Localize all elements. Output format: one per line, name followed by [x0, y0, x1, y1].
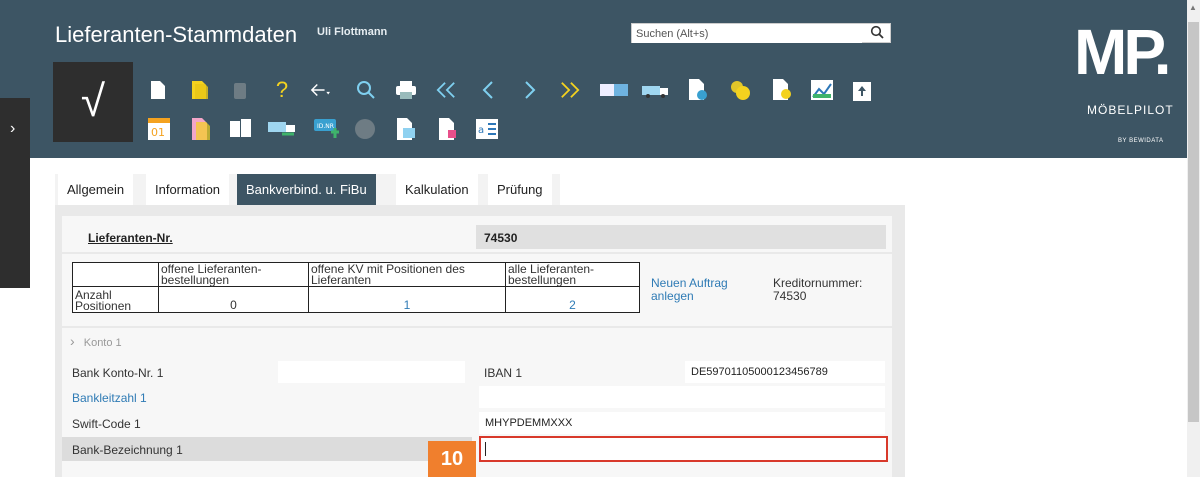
delete-icon[interactable] — [230, 80, 250, 100]
iban-label: IBAN 1 — [484, 366, 523, 380]
document-list-label: a — [478, 125, 484, 136]
id-number-label: ID.NR — [317, 123, 334, 130]
text-cursor — [485, 442, 486, 456]
sidebar-toggle[interactable]: › — [0, 98, 30, 288]
bank-account-input[interactable] — [284, 361, 465, 383]
tab-kalkulation[interactable]: Kalkulation — [396, 174, 478, 205]
help-icon[interactable]: ? — [272, 77, 292, 102]
step-badge: 10 — [428, 441, 476, 477]
page-title: Lieferanten-Stammdaten — [55, 22, 298, 47]
konto-section-label: Konto 1 — [83, 337, 122, 349]
back-icon[interactable] — [310, 80, 330, 100]
tab-bankverbindung[interactable]: Bankverbind. u. FiBu — [237, 174, 376, 205]
tab-allgemein[interactable]: Allgemein — [58, 174, 134, 205]
copy-pink-icon[interactable] — [190, 118, 212, 140]
bank-name-field[interactable] — [479, 436, 888, 462]
row-label: Anzahl Positionen — [72, 286, 159, 313]
header-bar: Lieferanten-Stammdaten Uli Flottmann √ ? — [0, 0, 1187, 158]
calendar-icon[interactable]: 01 — [148, 118, 170, 140]
app-logo: MP. — [1074, 16, 1172, 88]
last-record-icon[interactable] — [560, 80, 580, 100]
new-document-icon[interactable] — [148, 80, 168, 100]
bank-account-label: Bank Konto-Nr. 1 — [72, 366, 164, 380]
coins-icon[interactable] — [728, 78, 752, 102]
creditor-value: 74530 — [773, 289, 807, 303]
all-orders-value[interactable]: 2 — [505, 286, 640, 313]
swift-code-field[interactable]: MHYPDEMMXXX — [479, 412, 885, 434]
open-kv-value[interactable]: 1 — [308, 286, 506, 313]
app-window: Lieferanten-Stammdaten Uli Flottmann √ ? — [0, 0, 1200, 477]
search-icon[interactable] — [870, 25, 884, 39]
print-icon[interactable] — [396, 80, 416, 100]
col-all-orders-header: alle Lieferanten-bestellungen — [505, 262, 640, 287]
id-number-icon[interactable]: ID.NR — [314, 116, 340, 142]
search-box[interactable] — [631, 23, 891, 43]
logo-subtitle: BY BEWIDATA — [1118, 138, 1164, 144]
bank-code-field[interactable] — [479, 386, 885, 408]
calendar-day-label: 01 — [151, 126, 165, 139]
document-edit-icon[interactable] — [395, 118, 417, 140]
document-list-icon[interactable]: a — [476, 118, 498, 140]
tab-information[interactable]: Information — [146, 174, 230, 205]
iban-field[interactable]: DE59701105000123456789 — [685, 361, 885, 383]
chevron-right-icon: › — [70, 333, 75, 349]
swift-code-label: Swift-Code 1 — [72, 417, 141, 431]
tab-pruefung[interactable]: Prüfung — [488, 174, 552, 205]
supplier-number-label[interactable]: Lieferanten-Nr. — [88, 231, 173, 245]
next-record-icon[interactable] — [520, 80, 540, 100]
position-stats-table: offene Lieferanten-bestellungen offene K… — [72, 262, 640, 313]
delivery-truck-icon[interactable] — [268, 118, 298, 140]
creditor-number: Kreditornummer: 74530 — [773, 277, 862, 303]
open-orders-value: 0 — [158, 286, 309, 313]
konto-section-header[interactable]: › Konto 1 — [70, 333, 122, 349]
truck-icon[interactable] — [642, 80, 670, 100]
new-order-link[interactable]: Neuen Auftrag anlegen — [651, 277, 751, 303]
search-record-icon[interactable] — [356, 80, 376, 100]
bank-code-label[interactable]: Bankleitzahl 1 — [72, 391, 147, 405]
chart-icon[interactable] — [810, 78, 834, 102]
bank-code-input[interactable] — [485, 386, 885, 408]
supplier-number-value: 74530 — [484, 231, 518, 245]
document-person-icon[interactable] — [686, 78, 710, 102]
supplier-number-field — [476, 225, 886, 249]
bank-name-label: Bank-Bezeichnung 1 — [72, 443, 183, 457]
user-name: Uli Flottmann — [317, 26, 388, 38]
copy-document-icon[interactable] — [190, 80, 210, 100]
scrollbar-thumb[interactable] — [1188, 22, 1199, 422]
swift-code-value: MHYPDEMMXXX — [485, 417, 573, 429]
card-icon[interactable] — [600, 80, 628, 100]
iban-value: DE59701105000123456789 — [691, 366, 828, 378]
previous-record-icon[interactable] — [478, 80, 498, 100]
documents-icon[interactable] — [230, 118, 252, 140]
bank-account-field[interactable] — [278, 361, 465, 383]
scroll-up-icon[interactable]: ▲ — [1189, 3, 1197, 12]
col-open-orders-header: offene Lieferanten-bestellungen — [158, 262, 309, 287]
chevron-right-icon: › — [10, 120, 16, 137]
document-user-icon[interactable] — [770, 78, 794, 102]
logo-name: MÖBELPILOT — [1087, 103, 1174, 117]
search-input[interactable] — [632, 25, 862, 43]
document-lock-icon[interactable] — [436, 118, 458, 140]
confirm-button[interactable]: √ — [53, 62, 133, 142]
col-open-kv-header: offene KV mit Positionen des Lieferanten — [308, 262, 506, 287]
first-record-icon[interactable] — [436, 80, 456, 100]
clipboard-upload-icon[interactable] — [850, 78, 874, 102]
disabled-circle-icon — [354, 118, 376, 140]
